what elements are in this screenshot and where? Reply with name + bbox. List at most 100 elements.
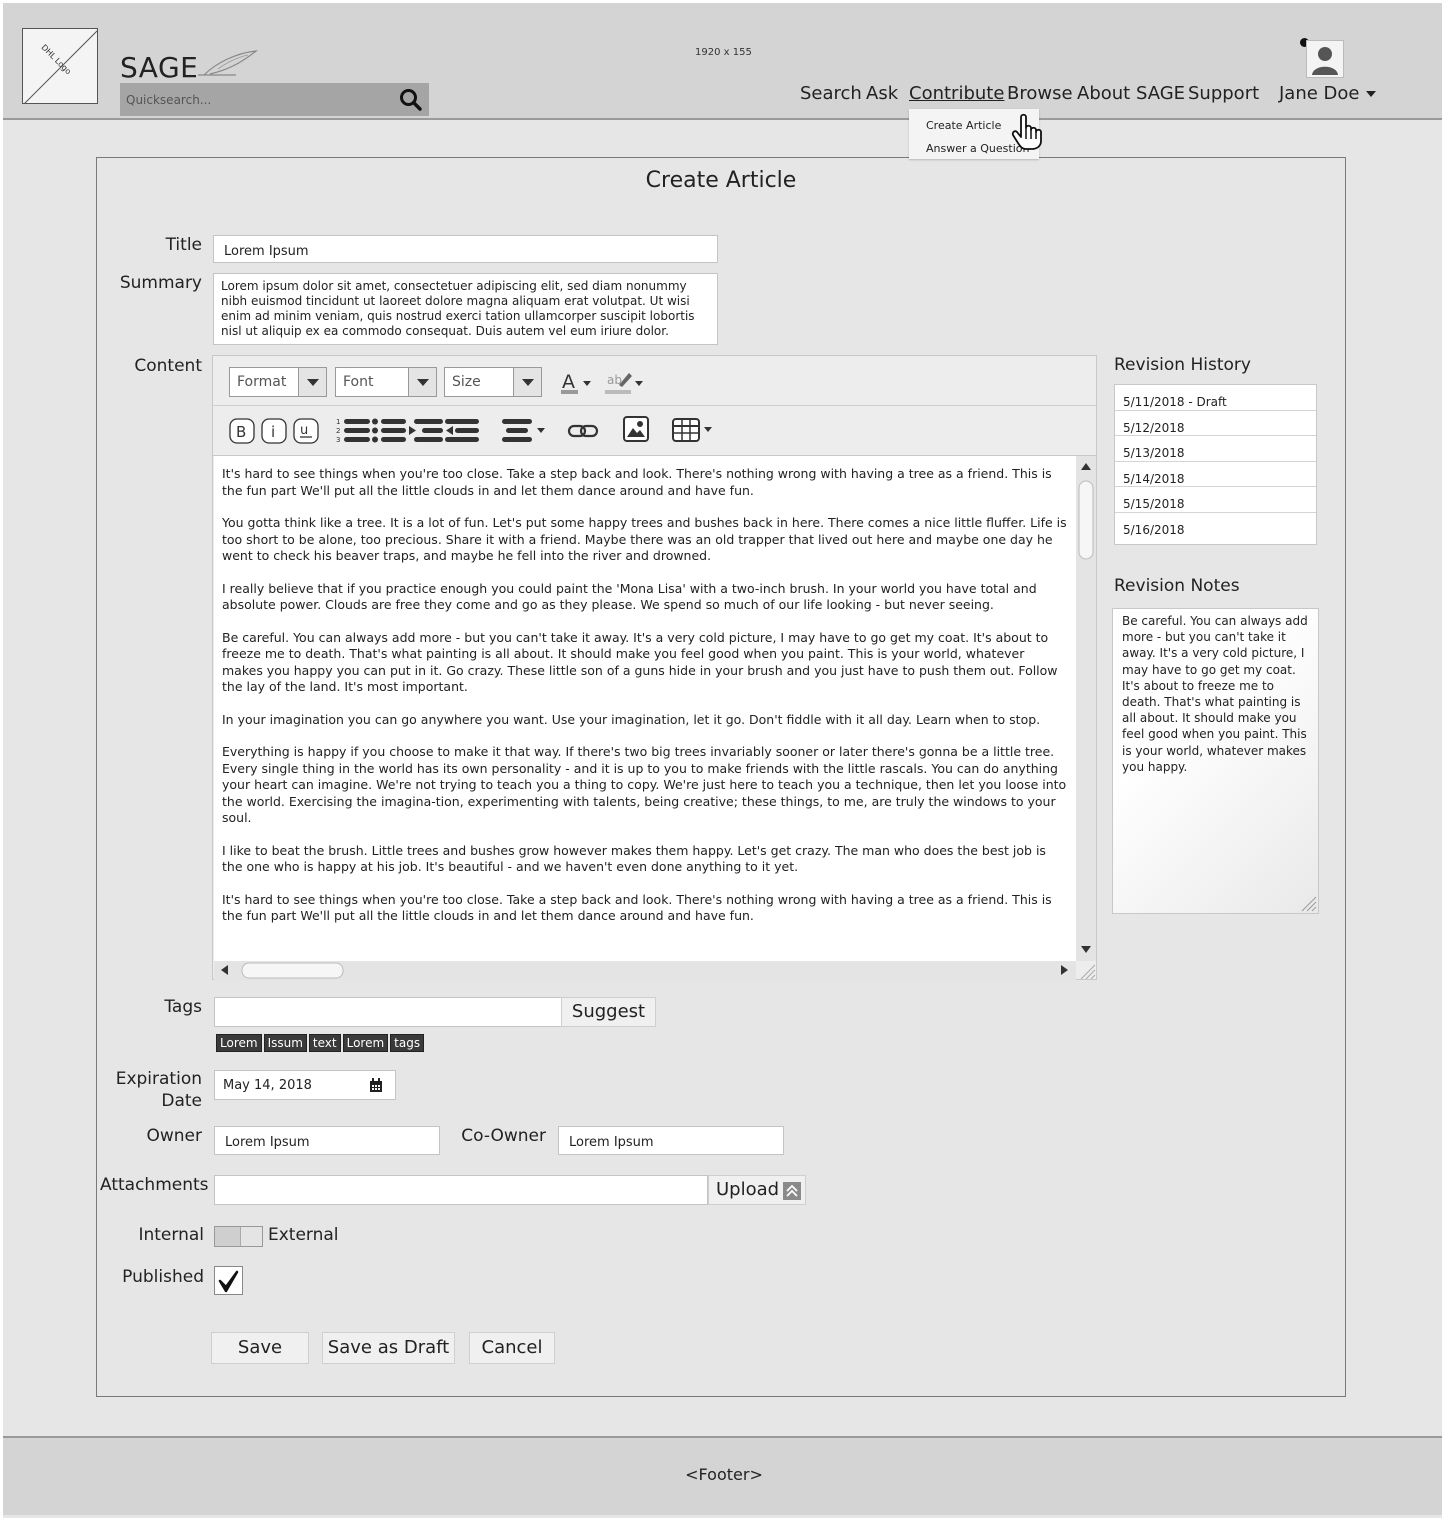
content-paragraph: You gotta think like a tree. It is a lot…	[222, 515, 1067, 563]
content-paragraph: I really believe that if you practice en…	[222, 580, 1037, 613]
published-checkbox[interactable]	[214, 1266, 243, 1295]
table-icon[interactable]	[671, 417, 717, 443]
cancel-button[interactable]: Cancel	[469, 1332, 555, 1364]
revision-notes-text: Be careful. You can always add more - bu…	[1122, 614, 1308, 774]
image-icon[interactable]	[623, 416, 649, 442]
internal-label: Internal	[138, 1225, 204, 1245]
chevron-down-icon	[408, 368, 436, 396]
editor-toolbar-row-1: Format Font Size A ab	[213, 356, 1096, 406]
highlight-color-icon[interactable]: ab	[603, 368, 647, 396]
font-color-icon[interactable]: A	[559, 368, 597, 396]
coowner-label: Co-Owner	[461, 1126, 546, 1146]
expiration-date-input[interactable]: May 14, 2018	[214, 1070, 396, 1100]
nav-support[interactable]: Support	[1188, 83, 1259, 104]
title-label: Title	[165, 235, 202, 255]
content-paragraph: Be careful. You can always add more - bu…	[222, 629, 1058, 695]
tags-label: Tags	[164, 997, 202, 1017]
svg-text:1: 1	[336, 418, 340, 426]
svg-text:i: i	[271, 423, 275, 441]
coowner-input[interactable]: Lorem Ipsum	[558, 1126, 784, 1155]
numbered-list-icon[interactable]: 123	[335, 416, 371, 446]
avatar[interactable]	[1306, 40, 1344, 78]
horizontal-scrollbar-graphic	[221, 962, 1068, 979]
summary-label: Summary	[119, 273, 202, 293]
content-paragraph: It's hard to see things when you're too …	[222, 466, 1052, 498]
logo[interactable]: DHL Logo	[22, 28, 98, 104]
nav-about-sage[interactable]: About SAGE	[1077, 83, 1185, 104]
tag-chip[interactable]: Issum	[263, 1034, 307, 1052]
bullet-list-icon[interactable]	[371, 416, 407, 446]
tag-chip[interactable]: tags	[390, 1034, 425, 1052]
user-menu[interactable]: Jane Doe	[1279, 83, 1377, 104]
align-icon[interactable]	[501, 416, 549, 446]
expiration-label-date: Date	[161, 1091, 202, 1111]
upload-icon	[783, 1182, 801, 1200]
svg-text:2: 2	[336, 427, 340, 435]
checkmark-icon	[218, 1270, 239, 1293]
title-input[interactable]: Lorem Ipsum	[213, 235, 718, 263]
vertical-scrollbar-graphic	[1078, 463, 1094, 953]
nav-browse[interactable]: Browse	[1007, 83, 1073, 104]
revision-item[interactable]: 5/16/2018	[1115, 513, 1316, 539]
pointer-hand-icon	[1011, 113, 1042, 150]
suggest-button[interactable]: Suggest	[561, 997, 656, 1027]
content-paragraph: In your imagination you can go anywhere …	[222, 711, 1041, 727]
revision-notes-textarea[interactable]: Be careful. You can always add more - bu…	[1112, 608, 1319, 914]
underline-icon[interactable]: u	[293, 418, 319, 444]
vertical-scrollbar[interactable]	[1076, 456, 1096, 961]
tag-chip[interactable]: Lorem	[216, 1034, 262, 1052]
quicksearch	[120, 83, 429, 116]
dimension-note: 1920 x 155	[695, 47, 752, 58]
expiration-label: Expiration	[115, 1069, 202, 1089]
italic-icon[interactable]: i	[261, 418, 287, 444]
footer-text: <Footer>	[685, 1465, 763, 1484]
nav-search[interactable]: Search	[800, 83, 862, 104]
save-as-draft-button[interactable]: Save as Draft	[322, 1332, 455, 1364]
svg-text:A: A	[562, 371, 575, 393]
footer: <Footer>	[3, 1436, 1442, 1515]
indent-icon[interactable]	[408, 416, 444, 446]
menu-create-article[interactable]: Create Article	[926, 119, 1001, 132]
revision-item[interactable]: 5/12/2018	[1115, 411, 1316, 436]
search-icon[interactable]	[399, 88, 423, 112]
content-paragraph: Everything is happy if you choose to mak…	[222, 744, 1067, 825]
font-select-value: Font	[343, 374, 374, 390]
resize-grip-icon[interactable]	[1299, 894, 1317, 912]
nav-ask[interactable]: Ask	[866, 83, 898, 104]
nav-contribute[interactable]: Contribute	[909, 83, 1004, 104]
brand-name: SAGE	[120, 51, 199, 84]
size-select[interactable]: Size	[444, 367, 542, 397]
font-select[interactable]: Font	[335, 367, 437, 397]
tag-list: Lorem Issum text Lorem tags	[216, 1032, 426, 1052]
bold-icon[interactable]: B	[229, 418, 255, 444]
horizontal-scrollbar[interactable]	[214, 961, 1076, 980]
expiration-date-value: May 14, 2018	[223, 1078, 312, 1093]
revision-item[interactable]: 5/13/2018	[1115, 436, 1316, 462]
format-select[interactable]: Format	[229, 367, 327, 397]
attachments-input[interactable]	[214, 1175, 708, 1205]
owner-input[interactable]: Lorem Ipsum	[214, 1126, 440, 1155]
tags-input[interactable]	[214, 997, 562, 1027]
toggle-knob	[240, 1227, 262, 1246]
upload-button-label: Upload	[716, 1179, 780, 1200]
size-select-value: Size	[452, 374, 481, 390]
header: DHL Logo SAGE 1920 x 155 Search Ask Cont…	[3, 3, 1442, 120]
revision-item[interactable]: 5/11/2018 - Draft	[1115, 385, 1316, 411]
tag-chip[interactable]: text	[308, 1034, 341, 1052]
internal-external-toggle[interactable]	[214, 1226, 263, 1247]
quicksearch-input[interactable]	[120, 83, 390, 116]
tag-chip[interactable]: Lorem	[342, 1034, 389, 1052]
svg-text:u: u	[300, 423, 308, 438]
calendar-icon[interactable]	[369, 1078, 383, 1093]
format-select-value: Format	[237, 374, 287, 390]
editor-toolbar-row-2: B i u 123	[213, 406, 1096, 456]
revision-item[interactable]: 5/15/2018	[1115, 487, 1316, 513]
link-icon[interactable]	[567, 420, 601, 442]
revision-item[interactable]: 5/14/2018	[1115, 462, 1316, 487]
resize-grip-icon[interactable]	[1077, 962, 1096, 980]
summary-textarea[interactable]: Lorem ipsum dolor sit amet, consectetuer…	[213, 273, 718, 345]
outdent-icon[interactable]	[444, 416, 480, 446]
save-button[interactable]: Save	[211, 1332, 309, 1364]
upload-button[interactable]: Upload	[708, 1175, 806, 1205]
content-body[interactable]: It's hard to see things when you're too …	[214, 456, 1076, 961]
